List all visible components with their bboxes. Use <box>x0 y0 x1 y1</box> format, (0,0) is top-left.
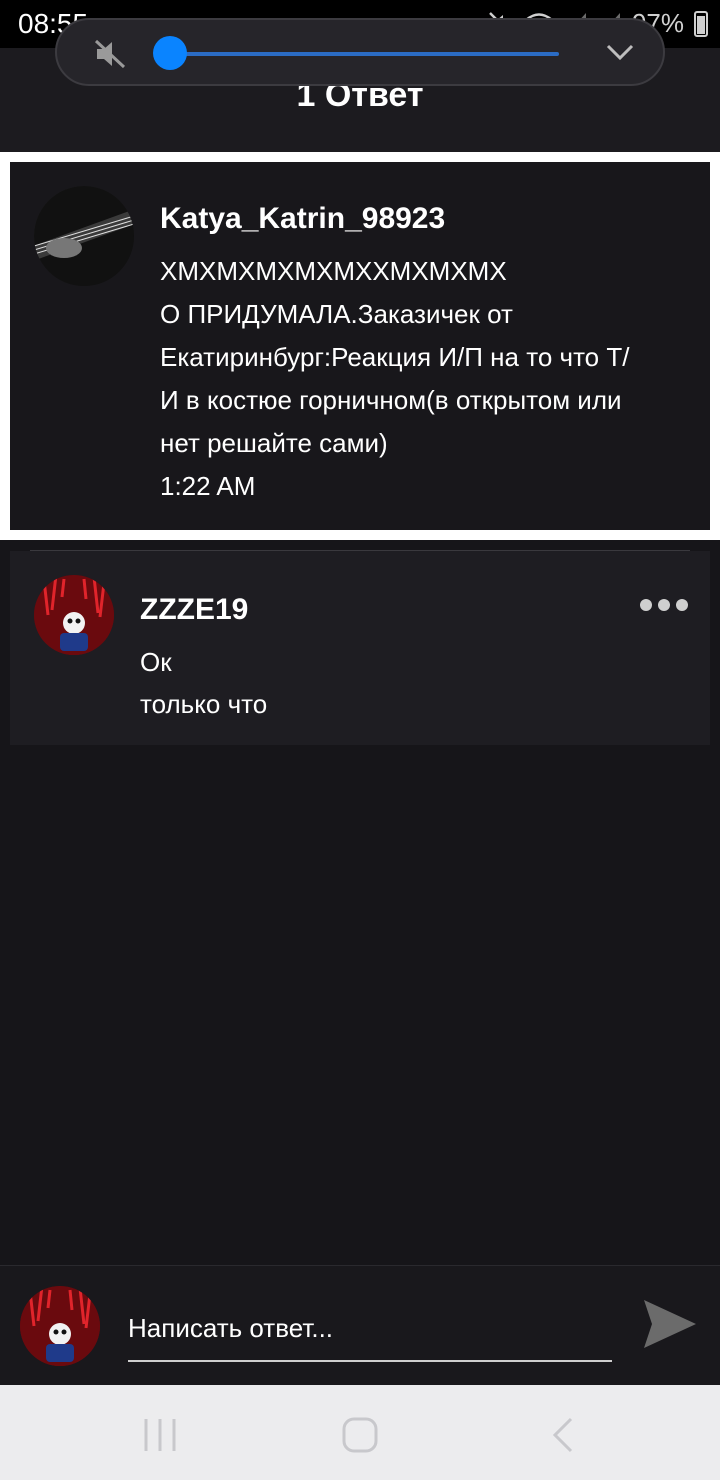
avatar[interactable] <box>34 186 134 286</box>
reply-timestamp: только что <box>140 689 268 719</box>
post-author[interactable]: Katya_Katrin_98923 <box>160 202 445 236</box>
post-text: ХМХМХМХМХМХХМХМХМХ О ПРИДУМАЛА.Заказичек… <box>160 250 700 508</box>
recent-apps-icon[interactable] <box>140 1415 180 1455</box>
avatar[interactable] <box>34 575 114 655</box>
post-container: Katya_Katrin_98923 ХМХМХМХМХМХХМХМХМХ О … <box>0 162 720 540</box>
more-dot <box>640 599 652 611</box>
chevron-down-icon[interactable] <box>605 40 635 64</box>
more-dot <box>658 599 670 611</box>
volume-panel[interactable] <box>55 18 665 86</box>
reply-item: ZZZE19 Ок только что <box>10 551 710 745</box>
post-text-line: нет решайте сами) <box>160 428 388 458</box>
battery-icon <box>694 10 708 37</box>
divider <box>0 152 720 162</box>
reply-text: Ок <box>140 647 172 677</box>
home-icon[interactable] <box>340 1415 380 1455</box>
post-text-line: Екатиринбург:Реакция И/П на то что Т/ <box>160 342 630 372</box>
volume-mute-icon[interactable] <box>93 38 127 70</box>
post-text-line: И в костюе горничном(в открытом или <box>160 385 622 415</box>
original-post: Katya_Katrin_98923 ХМХМХМХМХМХХМХМХМХ О … <box>10 162 710 530</box>
post-text-line: ХМХМХМХМХМХХМХМХМХ <box>160 256 507 286</box>
more-dot <box>676 599 688 611</box>
post-timestamp: 1:22 AM <box>160 471 256 501</box>
reply-composer <box>0 1265 720 1386</box>
guitar-image <box>34 186 134 286</box>
volume-slider-knob[interactable] <box>153 36 187 70</box>
reply-author[interactable]: ZZZE19 <box>140 593 248 627</box>
replies-list: ZZZE19 Ок только что <box>0 540 720 1265</box>
volume-track[interactable] <box>169 52 559 56</box>
more-options-icon[interactable] <box>640 599 688 611</box>
avatar <box>20 1286 100 1366</box>
post-text-line: О ПРИДУМАЛА.Заказичек от <box>160 299 513 329</box>
back-icon[interactable] <box>545 1415 585 1455</box>
system-nav-bar <box>0 1385 720 1480</box>
skull-avatar-image <box>20 1286 100 1366</box>
skull-avatar-image <box>34 575 114 655</box>
reply-body: Ок только что <box>140 641 267 725</box>
send-icon[interactable] <box>642 1296 698 1352</box>
reply-input[interactable] <box>128 1296 612 1362</box>
